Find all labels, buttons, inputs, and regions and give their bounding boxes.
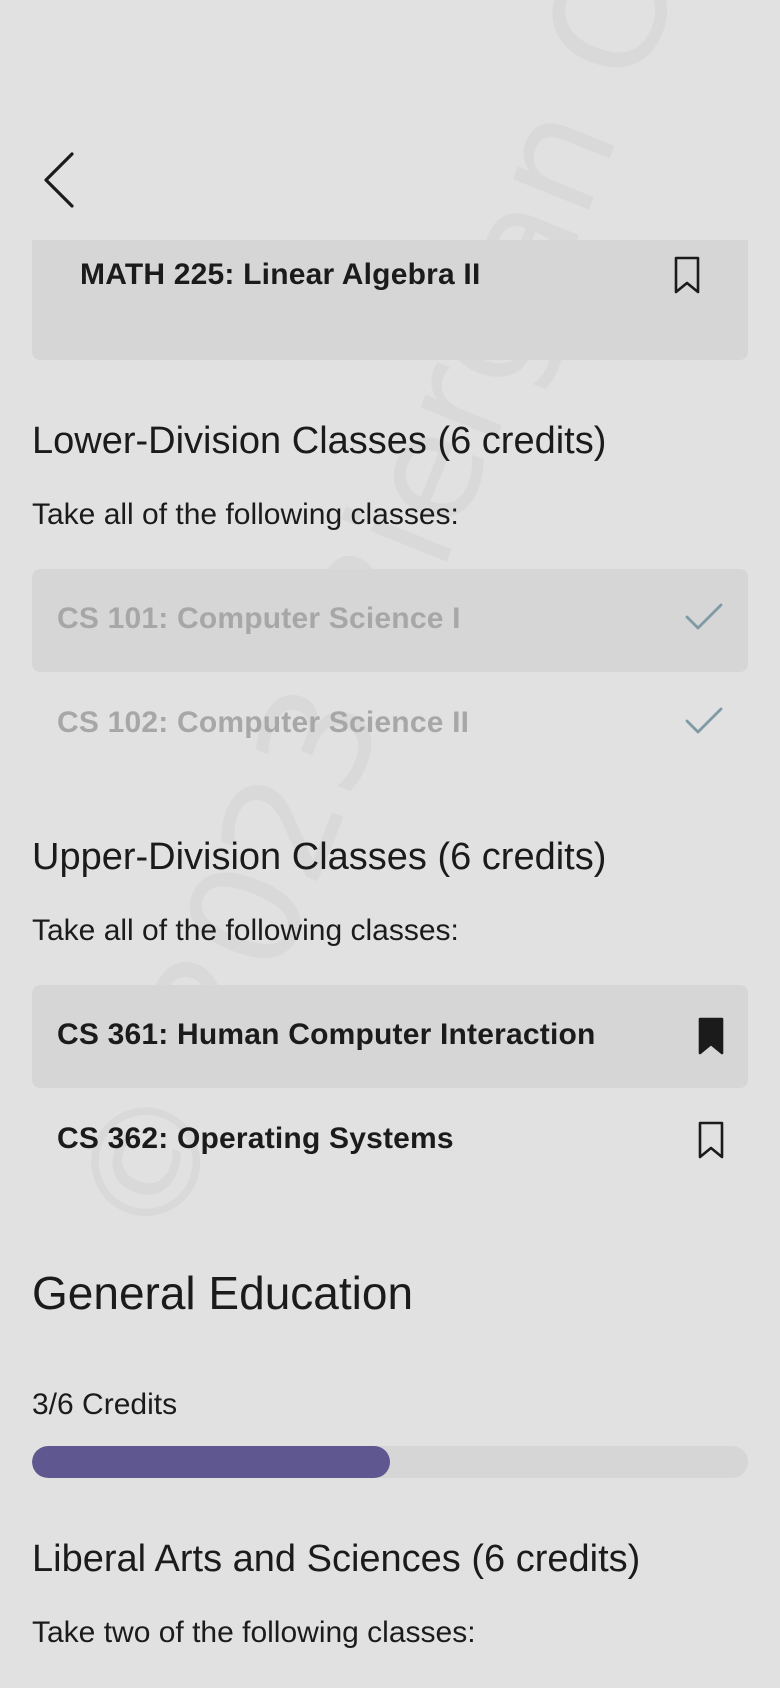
instruction-upper-division: Take all of the following classes: xyxy=(32,914,459,947)
course-label: CS 102: Computer Science II xyxy=(57,706,470,739)
section-heading-lower-division: Lower-Division Classes (6 credits) xyxy=(32,420,607,462)
chevron-left-icon xyxy=(44,152,74,208)
completed-indicator xyxy=(684,601,724,638)
general-education-heading: General Education xyxy=(32,1267,414,1319)
course-label: CS 361: Human Computer Interaction xyxy=(57,1018,596,1051)
course-label: CS 362: Operating Systems xyxy=(57,1122,454,1155)
course-card-cs-362[interactable]: CS 362: Operating Systems xyxy=(32,1089,748,1192)
bookmark-button[interactable] xyxy=(674,256,700,299)
check-icon xyxy=(685,707,723,734)
instruction-lower-division: Take all of the following classes: xyxy=(32,498,459,531)
course-label: MATH 225: Linear Algebra II xyxy=(80,258,481,291)
bookmark-filled-icon xyxy=(698,1017,724,1055)
credits-progress-bar xyxy=(32,1446,748,1478)
course-card-cs-101[interactable]: CS 101: Computer Science I xyxy=(32,569,748,672)
section-heading-upper-division: Upper-Division Classes (6 credits) xyxy=(32,836,607,878)
course-label: CS 101: Computer Science I xyxy=(57,602,461,635)
course-card-cs-102[interactable]: CS 102: Computer Science II xyxy=(32,673,748,776)
course-card-cs-361[interactable]: CS 361: Human Computer Interaction xyxy=(32,985,748,1088)
instruction-liberal-arts: Take two of the following classes: xyxy=(32,1616,476,1649)
course-card-math-225[interactable]: MATH 225: Linear Algebra II xyxy=(32,240,748,360)
bookmark-button[interactable] xyxy=(698,1121,724,1164)
section-heading-liberal-arts: Liberal Arts and Sciences (6 credits) xyxy=(32,1538,641,1580)
bookmark-button[interactable] xyxy=(698,1017,724,1060)
back-button[interactable] xyxy=(40,150,84,210)
bookmark-outline-icon xyxy=(698,1121,724,1159)
credits-progress-text: 3/6 Credits xyxy=(32,1388,178,1421)
bookmark-outline-icon xyxy=(674,256,700,294)
check-icon xyxy=(685,603,723,630)
credits-progress-fill xyxy=(32,1446,390,1478)
completed-indicator xyxy=(684,705,724,742)
